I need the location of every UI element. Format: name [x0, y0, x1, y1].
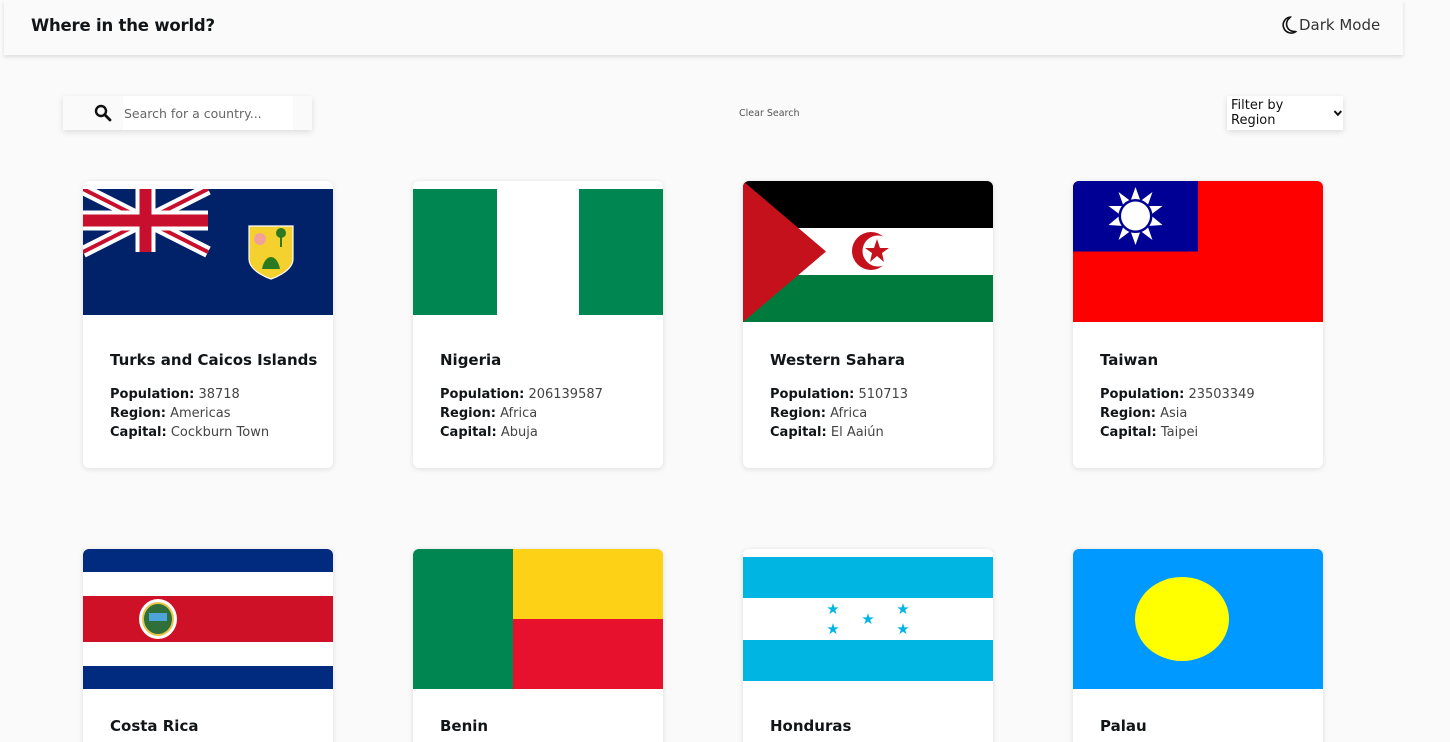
chevron-down-icon [1334, 110, 1343, 117]
app-header: Where in the world? Dark Mode [4, 0, 1403, 55]
capital-value: Abuja [500, 425, 538, 440]
country-name: Western Sahara [770, 351, 905, 369]
flag-image [1073, 181, 1323, 322]
flag-image [413, 549, 663, 690]
flag-image: ★ ★ ★ ★ ★ [743, 549, 993, 690]
country-card-taiwan[interactable]: Taiwan Population: 23503349 Region: Asia… [1073, 181, 1323, 468]
region-value: Africa [500, 406, 538, 421]
clear-search-button[interactable]: Clear Search [739, 108, 800, 119]
svg-text:★: ★ [826, 620, 839, 638]
capital-value: El Aaiún [830, 425, 884, 440]
capital-value: Taipei [1160, 425, 1199, 440]
country-name: Palau [1100, 717, 1147, 735]
flag-western-sahara [743, 181, 993, 322]
country-name: Turks and Caicos Islands [110, 351, 318, 369]
country-name: Costa Rica [110, 717, 199, 735]
dark-mode-toggle[interactable]: Dark Mode [1282, 16, 1380, 34]
population-value: 510713 [858, 387, 909, 402]
flag-costa-rica [83, 549, 333, 689]
flag-honduras: ★ ★ ★ ★ ★ [743, 557, 993, 681]
flag-palau [1073, 549, 1323, 689]
search-input[interactable] [123, 96, 293, 130]
country-card-western-sahara[interactable]: Western Sahara Population: 510713 Region… [743, 181, 993, 468]
capital-value: Cockburn Town [170, 425, 270, 440]
country-card-costa-rica[interactable]: Costa Rica [83, 549, 333, 742]
country-name: Benin [440, 717, 489, 735]
country-name: Nigeria [440, 351, 502, 369]
country-card-benin[interactable]: Benin [413, 549, 663, 742]
svg-text:★: ★ [861, 610, 874, 628]
region-value: Americas [170, 406, 231, 421]
flag-image [743, 181, 993, 322]
svg-text:★: ★ [896, 620, 909, 638]
region-filter-select[interactable]: Filter by Region [1227, 96, 1343, 130]
flag-image [413, 181, 663, 322]
flag-taiwan [1073, 181, 1323, 322]
country-card-turks-and-caicos[interactable]: Turks and Caicos Islands Population: 387… [83, 181, 333, 468]
flag-benin [413, 549, 663, 689]
country-details: Population: 38718 Region: Americas Capit… [110, 387, 270, 440]
svg-text:★: ★ [826, 600, 839, 618]
flag-image [83, 549, 333, 690]
flag-turks-and-caicos [83, 189, 333, 315]
app-title: Where in the world? [31, 16, 215, 35]
flag-nigeria [413, 189, 663, 315]
country-details: Population: 510713 Region: Africa Capita… [770, 387, 909, 440]
search-icon[interactable] [94, 104, 112, 122]
country-name: Taiwan [1100, 351, 1159, 369]
dark-mode-label: Dark Mode [1299, 16, 1381, 34]
country-details: Population: 206139587 Region: Africa Cap… [440, 387, 603, 440]
population-value: 206139587 [528, 387, 603, 402]
search-bar [63, 96, 312, 130]
country-card-honduras[interactable]: ★ ★ ★ ★ ★ Honduras [743, 549, 993, 742]
population-value: 23503349 [1188, 387, 1255, 402]
country-details: Population: 23503349 Region: Asia Capita… [1100, 387, 1255, 440]
country-card-palau[interactable]: Palau [1073, 549, 1323, 742]
country-name: Honduras [770, 717, 852, 735]
population-value: 38718 [198, 387, 240, 402]
region-value: Asia [1160, 406, 1188, 421]
moon-icon [1282, 16, 1298, 34]
svg-text:★: ★ [896, 600, 909, 618]
region-value: Africa [830, 406, 868, 421]
flag-image [83, 181, 333, 322]
flag-image [1073, 549, 1323, 690]
region-filter-label: Filter by Region [1231, 98, 1284, 128]
country-card-nigeria[interactable]: Nigeria Population: 206139587 Region: Af… [413, 181, 663, 468]
